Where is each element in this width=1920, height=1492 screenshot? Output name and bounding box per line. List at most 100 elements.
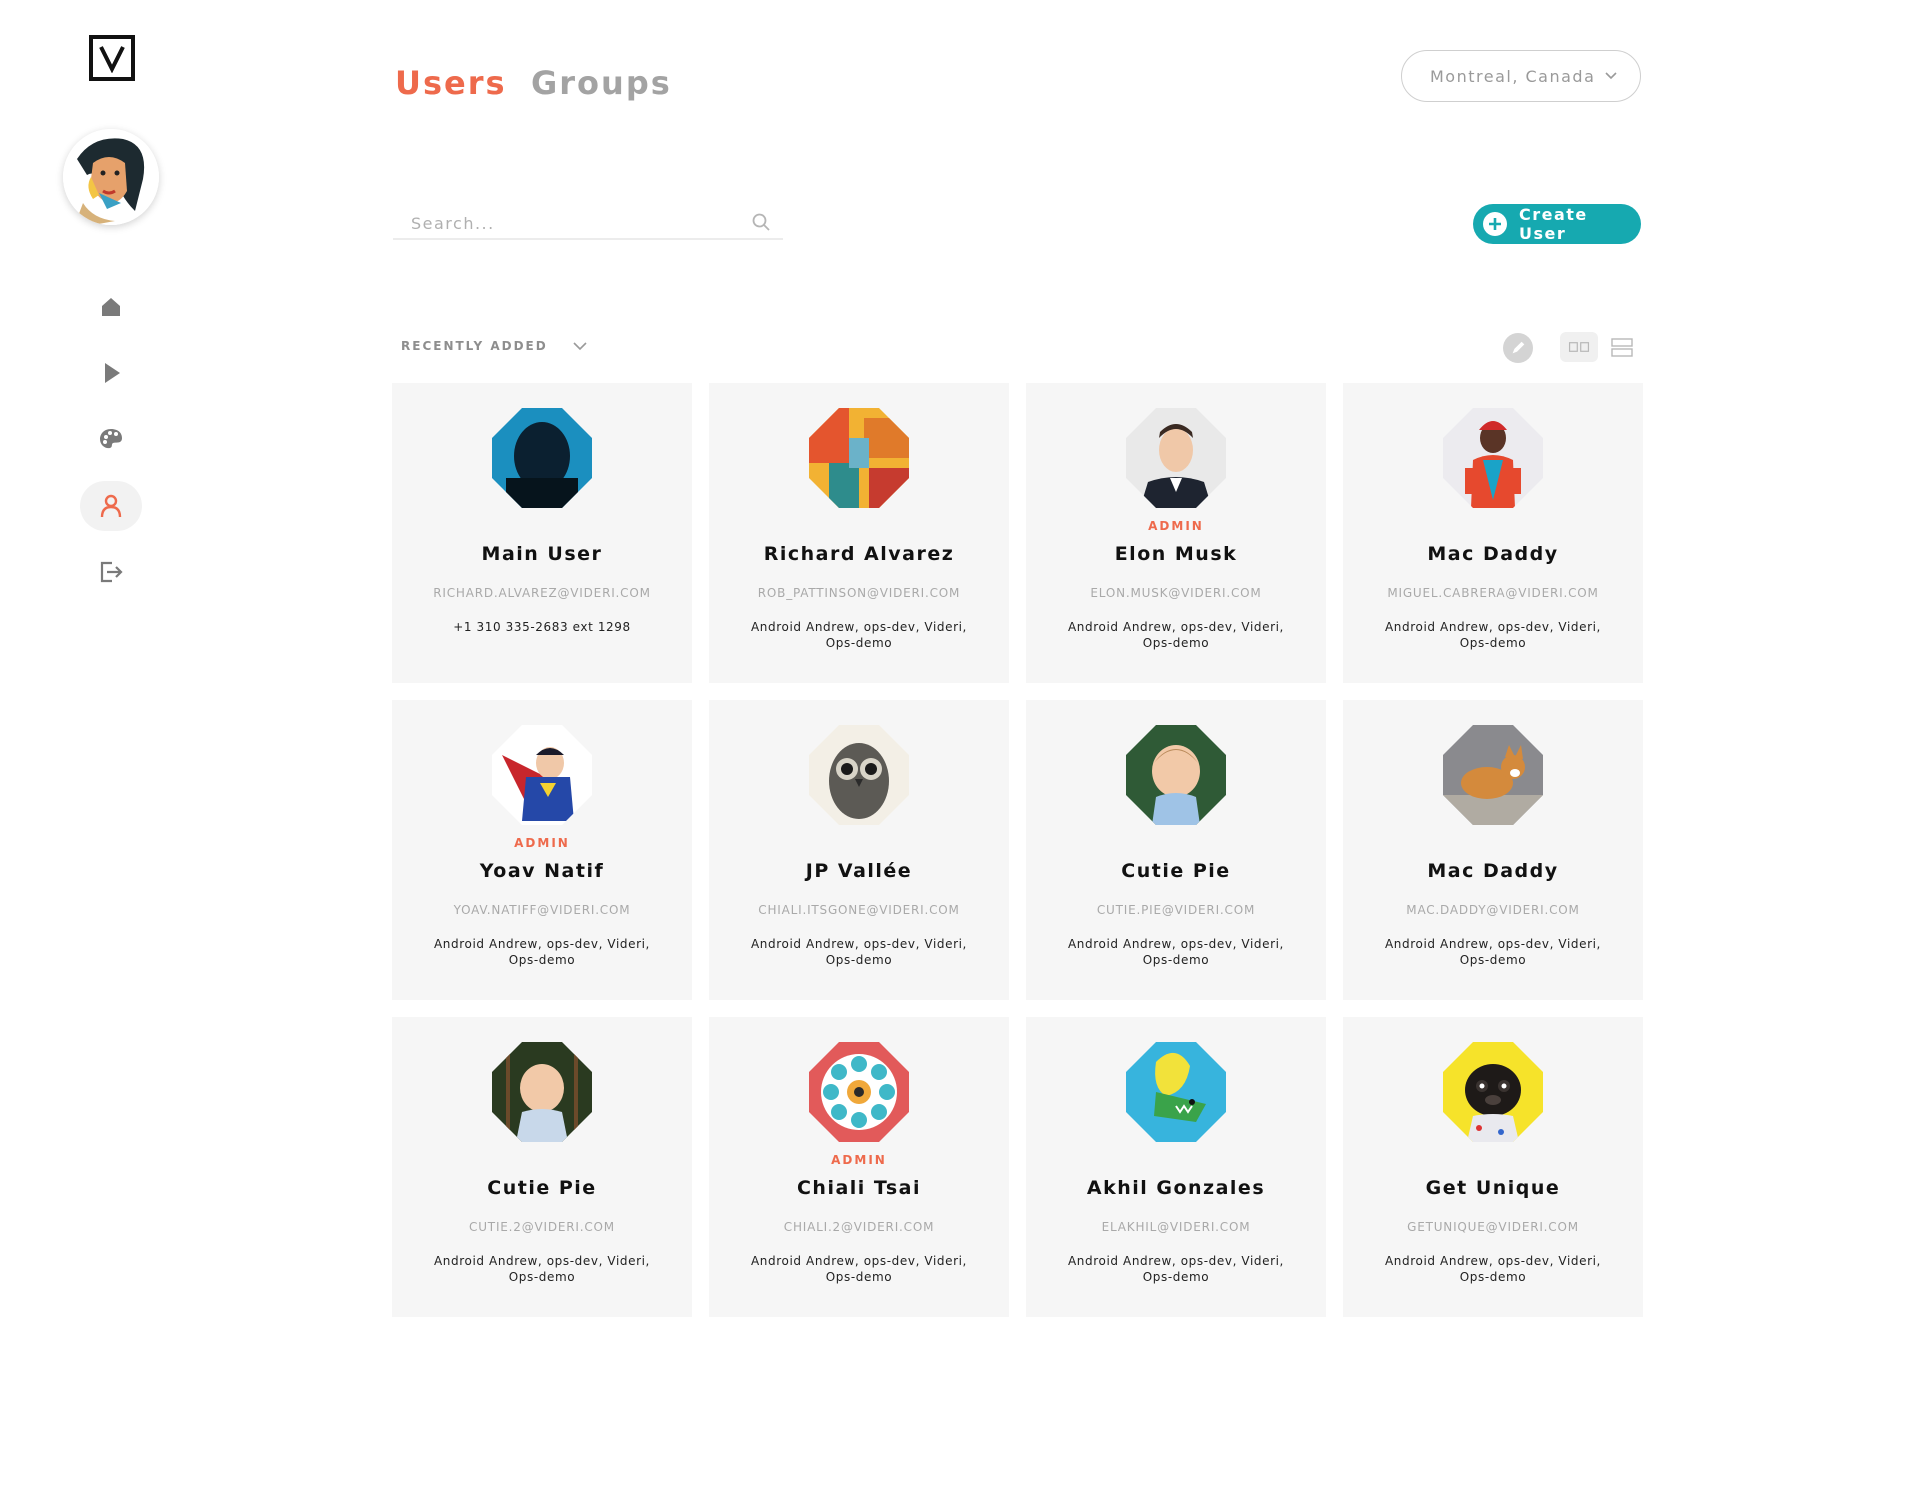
owl-avatar-icon bbox=[809, 725, 909, 825]
user-grid: Main User RICHARD.ALVAREZ@VIDERI.COM +1 31… bbox=[392, 383, 1643, 1317]
user-role-badge: ADMIN bbox=[514, 836, 570, 850]
search-bar bbox=[393, 208, 783, 240]
superhero-avatar-icon bbox=[492, 725, 592, 825]
user-email: CHIALI.ITSGONE@VIDERI.COM bbox=[758, 903, 960, 917]
user-email: MIGUEL.CABRERA@VIDERI.COM bbox=[1387, 586, 1599, 600]
edit-button[interactable] bbox=[1503, 333, 1533, 363]
location-select[interactable]: Montreal, Canada bbox=[1401, 50, 1641, 102]
user-detail: Android Andrew, ops-dev, Videri, Ops-dem… bbox=[1385, 1254, 1601, 1284]
user-avatar bbox=[1126, 1042, 1226, 1142]
user-name: Mac Daddy bbox=[1427, 860, 1559, 882]
user-email: YOAV.NATIFF@VIDERI.COM bbox=[453, 903, 631, 917]
user-email: CUTIE.2@VIDERI.COM bbox=[469, 1220, 615, 1234]
palette-icon bbox=[100, 429, 122, 449]
sidebar-item-palette[interactable] bbox=[80, 414, 142, 464]
search-input[interactable] bbox=[393, 208, 743, 238]
user-detail: Android Andrew, ops-dev, Videri, Ops-dem… bbox=[751, 1254, 967, 1284]
corgi-avatar-icon bbox=[1443, 725, 1543, 825]
user-avatar bbox=[809, 725, 909, 825]
cartoon-dinosaur-avatar-icon bbox=[1126, 1042, 1226, 1142]
list-view-button[interactable] bbox=[1609, 332, 1635, 362]
user-card[interactable]: Mac Daddy MAC.DADDY@VIDERI.COM Android And… bbox=[1343, 700, 1643, 1000]
search-icon[interactable] bbox=[751, 212, 771, 232]
user-card[interactable]: ADMIN Elon Musk ELON.MUSK@VIDERI.COM Androi… bbox=[1026, 383, 1326, 683]
tab-users[interactable]: Users bbox=[395, 64, 507, 102]
chevron-down-icon bbox=[573, 342, 587, 351]
user-avatar bbox=[1443, 1042, 1543, 1142]
user-card[interactable]: Cutie Pie CUTIE.PIE@VIDERI.COM Android And… bbox=[1026, 700, 1326, 1000]
user-name: Akhil Gonzales bbox=[1086, 1177, 1266, 1199]
grid-view-icon bbox=[1568, 342, 1590, 352]
user-email: CHIALI.2@VIDERI.COM bbox=[783, 1220, 935, 1234]
profile-avatar[interactable] bbox=[63, 129, 159, 225]
user-card[interactable]: Get Unique GETUNIQUE@VIDERI.COM Android An… bbox=[1343, 1017, 1643, 1317]
user-name: Elon Musk bbox=[1114, 543, 1238, 565]
baby-avatar-icon bbox=[1126, 725, 1226, 825]
user-avatar bbox=[492, 408, 592, 508]
user-avatar bbox=[1126, 725, 1226, 825]
home-icon bbox=[102, 298, 120, 316]
user-avatar bbox=[492, 1042, 592, 1142]
dark-silhouette-avatar-icon bbox=[492, 408, 592, 508]
pug-avatar-icon bbox=[1443, 1042, 1543, 1142]
user-detail: Android Andrew, ops-dev, Videri, Ops-dem… bbox=[434, 937, 650, 967]
user-avatar bbox=[809, 408, 909, 508]
chevron-down-icon bbox=[1605, 72, 1617, 80]
user-card[interactable]: ADMIN Chiali Tsai CHIALI.2@VIDERI.COM Andro… bbox=[709, 1017, 1009, 1317]
tab-groups[interactable]: Groups bbox=[531, 64, 672, 102]
user-email: RICHARD.ALVAREZ@VIDERI.COM bbox=[433, 586, 651, 600]
man-in-suit-avatar-icon bbox=[1126, 408, 1226, 508]
mandala-avatar-icon bbox=[809, 1042, 909, 1142]
create-user-label: Create User bbox=[1519, 205, 1588, 243]
user-email: GETUNIQUE@VIDERI.COM bbox=[1407, 1220, 1579, 1234]
abstract-painting-avatar-icon bbox=[809, 408, 909, 508]
user-avatar bbox=[809, 1042, 909, 1142]
user-card[interactable]: Richard Alvarez ROB_PATTINSON@VIDERI.COM A… bbox=[709, 383, 1009, 683]
user-card[interactable]: Main User RICHARD.ALVAREZ@VIDERI.COM +1 31… bbox=[392, 383, 692, 683]
user-detail: Android Andrew, ops-dev, Videri, Ops-dem… bbox=[1068, 1254, 1284, 1284]
user-name: Cutie Pie bbox=[1121, 860, 1231, 882]
user-avatar bbox=[1443, 408, 1543, 508]
baby-swing-avatar-icon bbox=[492, 1042, 592, 1142]
sidebar-item-logout[interactable] bbox=[80, 547, 142, 597]
logout-icon bbox=[100, 561, 123, 583]
user-card[interactable]: ADMIN Yoav Natif YOAV.NATIFF@VIDERI.COM And… bbox=[392, 700, 692, 1000]
user-card[interactable]: Cutie Pie CUTIE.2@VIDERI.COM Android Andre… bbox=[392, 1017, 692, 1317]
user-name: Cutie Pie bbox=[487, 1177, 597, 1199]
create-user-button[interactable]: Create User bbox=[1473, 204, 1641, 244]
user-card[interactable]: Mac Daddy MIGUEL.CABRERA@VIDERI.COM Androi… bbox=[1343, 383, 1643, 683]
list-view-icon bbox=[1611, 338, 1633, 357]
grid-view-button[interactable] bbox=[1560, 332, 1598, 362]
user-email: ELON.MUSK@VIDERI.COM bbox=[1090, 586, 1262, 600]
user-name: Richard Alvarez bbox=[763, 543, 955, 565]
profile-portrait-icon bbox=[63, 129, 159, 225]
logo-icon bbox=[99, 46, 125, 73]
location-label: Montreal, Canada bbox=[1430, 66, 1596, 86]
sidebar-item-users[interactable] bbox=[80, 481, 142, 531]
user-email: ROB_PATTINSON@VIDERI.COM bbox=[757, 586, 961, 600]
user-card[interactable]: JP Vallée CHIALI.ITSGONE@VIDERI.COM Androi… bbox=[709, 700, 1009, 1000]
sort-label: RECENTLY ADDED bbox=[401, 339, 548, 353]
user-avatar bbox=[1443, 725, 1543, 825]
user-name: Chiali Tsai bbox=[796, 1177, 922, 1199]
user-card[interactable]: Akhil Gonzales ELAKHIL@VIDERI.COM Android … bbox=[1026, 1017, 1326, 1317]
user-name: Yoav Natif bbox=[479, 860, 605, 882]
user-detail: Android Andrew, ops-dev, Videri, Ops-dem… bbox=[1068, 620, 1284, 650]
user-name: Get Unique bbox=[1425, 1177, 1561, 1199]
user-avatar bbox=[1126, 408, 1226, 508]
user-name: Main User bbox=[481, 543, 603, 565]
pencil-icon bbox=[1512, 341, 1525, 354]
user-name: Mac Daddy bbox=[1427, 543, 1559, 565]
app-logo[interactable] bbox=[89, 35, 135, 81]
play-icon bbox=[105, 363, 120, 383]
user-detail: Android Andrew, ops-dev, Videri, Ops-dem… bbox=[751, 937, 967, 967]
sort-dropdown[interactable]: RECENTLY ADDED bbox=[401, 339, 588, 353]
user-detail: Android Andrew, ops-dev, Videri, Ops-dem… bbox=[434, 1254, 650, 1284]
user-name: JP Vallée bbox=[805, 860, 913, 882]
plus-icon bbox=[1483, 212, 1507, 236]
user-email: MAC.DADDY@VIDERI.COM bbox=[1406, 903, 1580, 917]
sidebar-item-home[interactable] bbox=[80, 282, 142, 332]
user-role-badge: ADMIN bbox=[831, 1153, 887, 1167]
sidebar-item-play[interactable] bbox=[80, 348, 142, 398]
user-detail: +1 310 335-2683 ext 1298 bbox=[453, 620, 631, 634]
